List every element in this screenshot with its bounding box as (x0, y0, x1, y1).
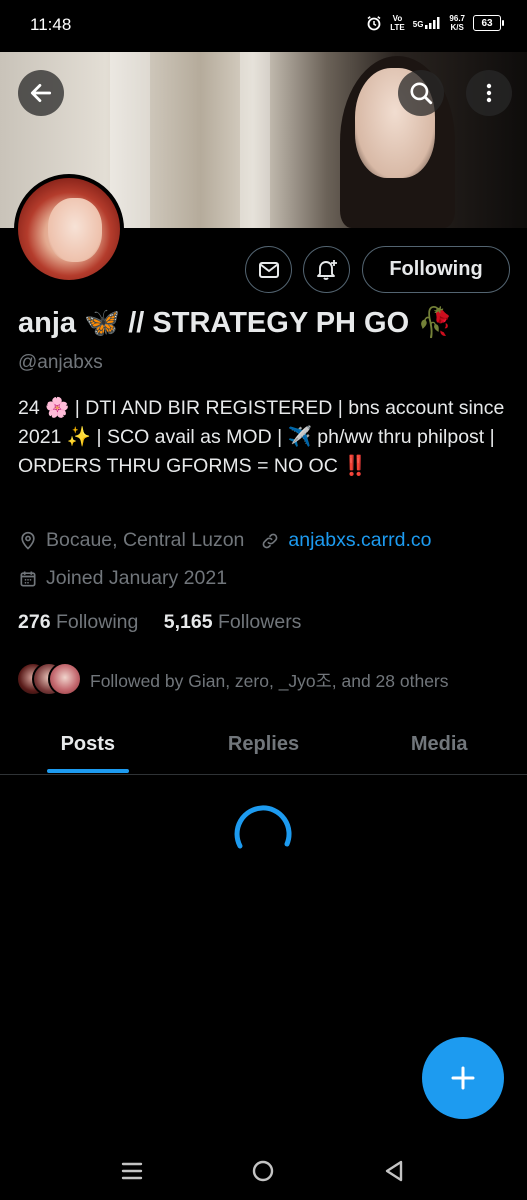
notifications-button[interactable] (303, 246, 350, 293)
following-stat[interactable]: 276 Following (18, 611, 138, 633)
mutual-avatars (16, 662, 84, 698)
message-button[interactable] (245, 246, 292, 293)
compose-fab-button[interactable] (422, 1037, 504, 1119)
location-text: Bocaue, Central Luzon (46, 529, 245, 551)
home-circle-icon (252, 1160, 274, 1182)
following-button[interactable]: Following (362, 246, 510, 293)
status-bar: 11:48 Vo LTE 5G 96.7 K/S 63 (0, 0, 527, 52)
back-triangle-icon (385, 1160, 403, 1182)
profile-meta-location: Bocaue, Central Luzon anjabxs.carrd.co (18, 529, 431, 552)
display-name: anja 🦋 // STRATEGY PH GO 🥀 (18, 307, 454, 339)
tab-media-label: Media (410, 733, 468, 755)
plus-icon (451, 1066, 475, 1090)
alarm-icon (367, 16, 381, 31)
followed-by-text: Followed by Gian, zero, _Jyo조, and 28 ot… (90, 670, 449, 691)
banner-window (240, 52, 270, 228)
menu-icon (121, 1162, 143, 1180)
signal-indicator: 5G (413, 17, 442, 29)
mail-icon (258, 261, 279, 278)
loading-spinner-icon (234, 805, 292, 849)
nav-home-button[interactable] (250, 1158, 276, 1184)
avatar-face (48, 198, 102, 262)
battery-indicator: 63 (473, 15, 504, 31)
website-link[interactable]: anjabxs.carrd.co (288, 529, 431, 552)
joined-date: Joined January 2021 (46, 567, 228, 589)
notification-bell-icon (316, 259, 337, 280)
profile-meta-joined: Joined January 2021 (18, 567, 227, 590)
search-button[interactable] (398, 70, 444, 116)
back-button[interactable] (18, 70, 64, 116)
following-label: Following (55, 611, 139, 633)
profile-bio: 24 🌸 | DTI AND BIR REGISTERED | bns acco… (18, 397, 505, 477)
link-icon (263, 533, 278, 548)
followers-stat[interactable]: 5,165 Followers (164, 611, 302, 633)
location-pin-icon (21, 531, 35, 550)
nav-back-button[interactable] (381, 1158, 407, 1184)
followers-count: 5,165 (163, 611, 213, 633)
follow-stats: 276 Following 5,165 Followers (18, 611, 301, 634)
status-indicators: Vo LTE 5G 96.7 K/S 63 (366, 14, 504, 32)
calendar-icon (20, 571, 36, 586)
volte-indicator: Vo LTE (390, 14, 405, 32)
nav-menu-button[interactable] (119, 1158, 145, 1184)
profile-avatar[interactable] (14, 174, 124, 284)
following-count: 276 (18, 611, 51, 633)
network-speed: 96.7 K/S (449, 14, 465, 32)
tab-posts-label: Posts (60, 733, 116, 755)
more-options-button[interactable] (466, 70, 512, 116)
back-arrow-icon (30, 84, 52, 102)
followed-by-row[interactable]: Followed by Gian, zero, _Jyo조, and 28 ot… (16, 662, 449, 698)
mutual-avatar (48, 662, 82, 696)
profile-tabs: Posts Replies Media (0, 715, 527, 775)
tab-replies[interactable]: Replies (176, 715, 352, 774)
tab-media[interactable]: Media (351, 715, 527, 774)
search-icon (410, 82, 433, 105)
user-handle: @anjabxs (18, 352, 103, 373)
more-vertical-icon (486, 83, 492, 103)
status-time: 11:48 (30, 15, 72, 34)
tab-replies-label: Replies (227, 733, 300, 755)
tab-posts[interactable]: Posts (0, 715, 176, 774)
signal-bars-icon (425, 17, 440, 29)
followers-label: Followers (218, 611, 302, 633)
